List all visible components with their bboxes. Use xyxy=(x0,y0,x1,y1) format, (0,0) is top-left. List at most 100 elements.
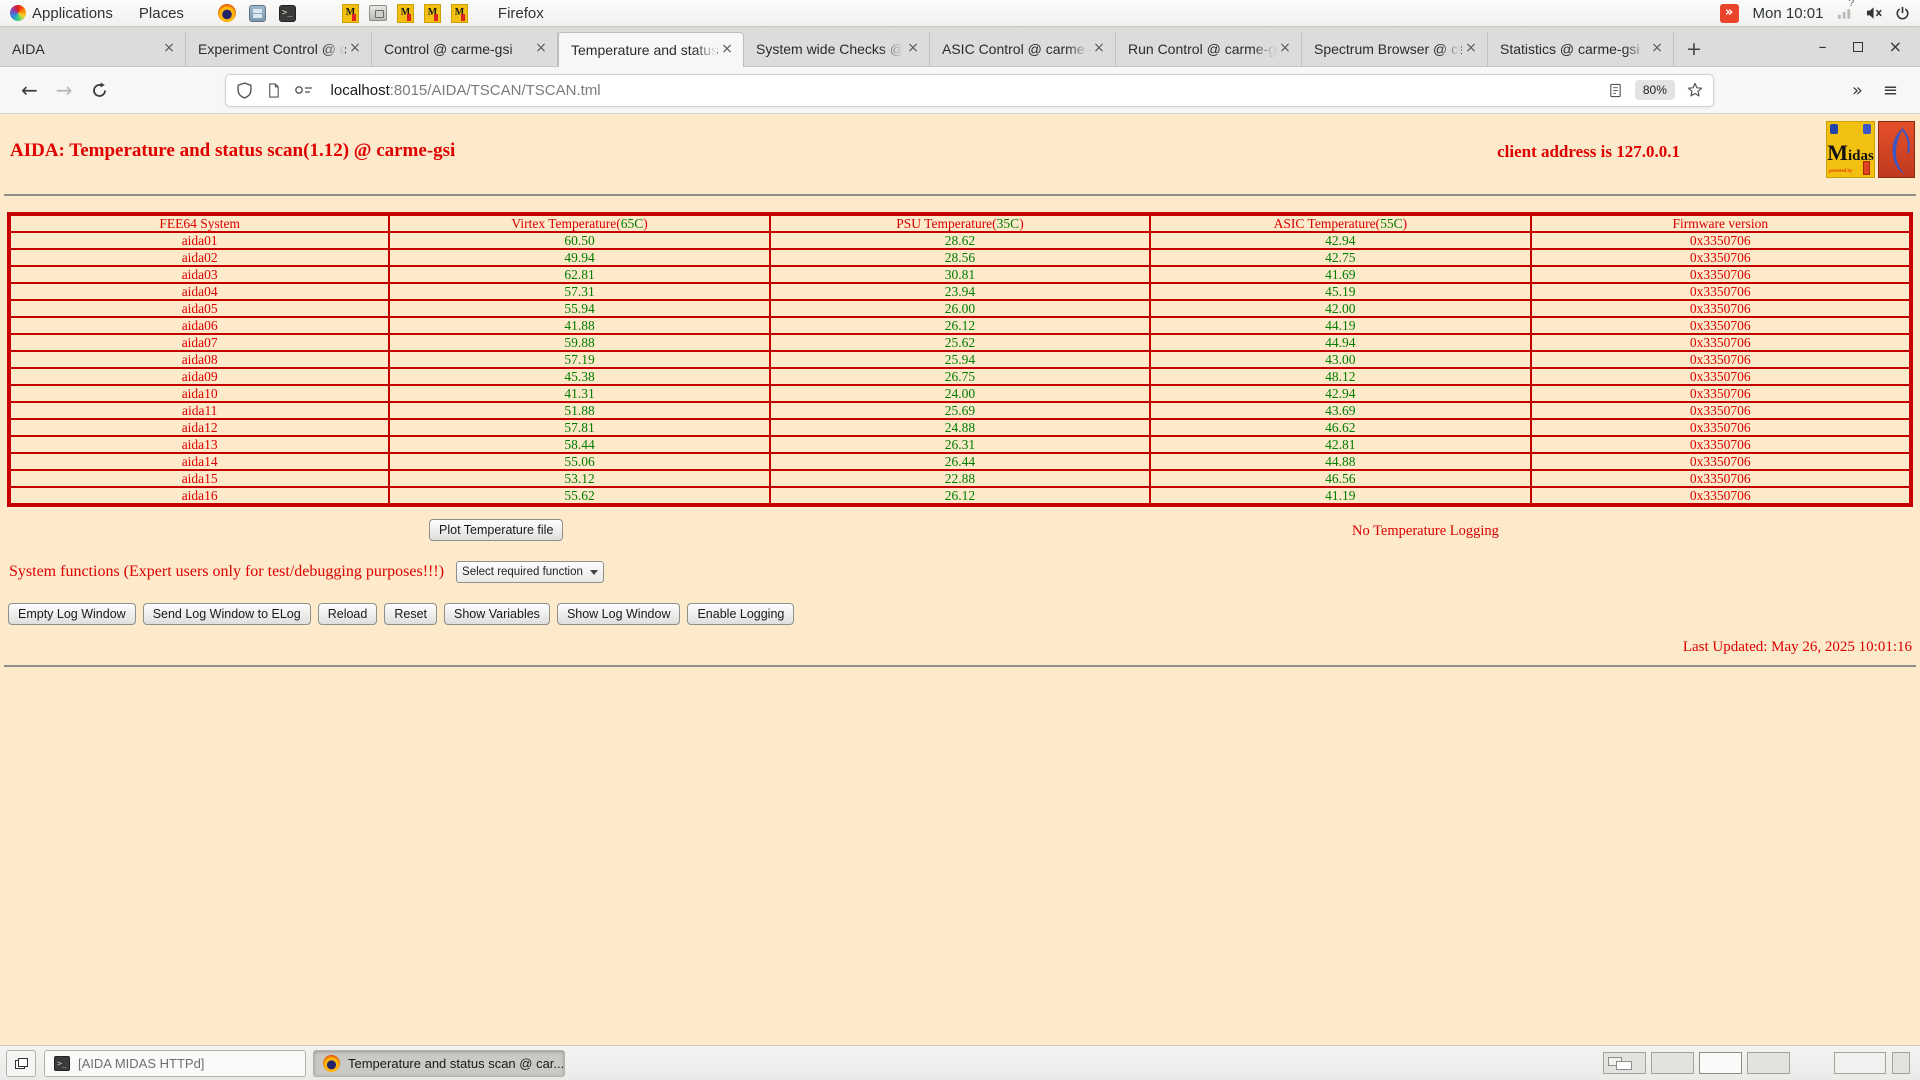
tab-close-icon[interactable]: × xyxy=(1090,40,1108,58)
page-header: AIDA: Temperature and status scan(1.12) … xyxy=(0,114,1920,194)
reader-mode-icon[interactable] xyxy=(1608,83,1623,98)
client-address: client address is 127.0.0.1 xyxy=(1497,142,1680,162)
places-menu[interactable]: Places xyxy=(133,0,190,26)
tab-close-icon[interactable]: × xyxy=(160,40,178,58)
send-log-to-elog-button[interactable]: Send Log Window to ELog xyxy=(143,603,311,625)
browser-tab[interactable]: System wide Checks @ c× xyxy=(744,32,930,66)
workspace-cell[interactable] xyxy=(1699,1052,1742,1074)
close-window-button[interactable]: × xyxy=(1889,39,1902,55)
browser-tab[interactable]: Run Control @ carme-gs× xyxy=(1116,32,1302,66)
network-status-icon[interactable]: ? xyxy=(1837,6,1854,20)
taskbar: >_[AIDA MIDAS HTTPd] Temperature and stat… xyxy=(0,1045,1920,1080)
tab-close-icon[interactable]: × xyxy=(718,41,736,59)
tray-applet[interactable] xyxy=(1892,1052,1910,1074)
reload-button-browser[interactable] xyxy=(82,80,117,101)
screenshot-launcher-icon[interactable] xyxy=(369,5,387,21)
psu-temperature: 26.44 xyxy=(770,453,1150,470)
tab-close-icon[interactable]: × xyxy=(346,40,364,58)
taskbar-tray xyxy=(1834,1052,1914,1074)
fee64-name: aida12 xyxy=(9,419,389,436)
column-header: Firmware version xyxy=(1531,214,1911,232)
browser-tab[interactable]: AIDA× xyxy=(0,32,186,66)
plot-temperature-file-button[interactable]: Plot Temperature file xyxy=(429,519,563,541)
virtex-temperature: 51.88 xyxy=(389,402,769,419)
psu-temperature: 24.00 xyxy=(770,385,1150,402)
midas-launcher-icon[interactable]: M xyxy=(342,4,359,23)
tab-label-fade xyxy=(1067,32,1089,66)
browser-tab[interactable]: ASIC Control @ carme-g× xyxy=(930,32,1116,66)
tab-close-icon[interactable]: × xyxy=(1462,40,1480,58)
indicator-applet-icon[interactable]: » xyxy=(1720,4,1739,23)
file-manager-launcher-icon[interactable] xyxy=(249,5,266,22)
psu-temperature: 22.88 xyxy=(770,470,1150,487)
browser-tab[interactable]: Spectrum Browser @ ca× xyxy=(1302,32,1488,66)
browser-tab[interactable]: Statistics @ carme-gsi× xyxy=(1488,32,1674,66)
midas-launcher-icon[interactable]: M xyxy=(424,4,441,23)
taskbar-task-button[interactable]: Temperature and status scan @ car... xyxy=(313,1050,565,1077)
permissions-icon[interactable] xyxy=(294,84,314,96)
show-variables-button[interactable]: Show Variables xyxy=(444,603,550,625)
temperature-table: FEE64 SystemVirtex Temperature(65C)PSU T… xyxy=(7,212,1913,507)
virtex-temperature: 55.06 xyxy=(389,453,769,470)
reload-button[interactable]: Reload xyxy=(318,603,378,625)
plot-row: Plot Temperature file No Temperature Log… xyxy=(0,507,1920,553)
forward-button[interactable]: → xyxy=(47,76,82,104)
workspace-cell[interactable] xyxy=(1603,1052,1646,1074)
new-tab-button[interactable]: + xyxy=(1680,35,1708,63)
function-select-dropdown[interactable]: Select required function xyxy=(456,561,604,583)
table-row: aida1041.3124.0042.940x3350706 xyxy=(9,385,1911,402)
firmware-version: 0x3350706 xyxy=(1531,283,1911,300)
show-desktop-button[interactable] xyxy=(6,1050,36,1077)
browser-tab[interactable]: Temperature and status× xyxy=(558,32,744,67)
applications-menu[interactable]: Applications xyxy=(26,0,119,26)
show-log-window-button[interactable]: Show Log Window xyxy=(557,603,681,625)
last-updated-text: Last Updated: May 26, 2025 10:01:16 xyxy=(0,639,1920,656)
url-bar[interactable]: localhost:8015/AIDA/TSCAN/TSCAN.tml 80% xyxy=(225,74,1714,107)
zoom-level-badge[interactable]: 80% xyxy=(1635,80,1675,100)
tcl-logo xyxy=(1878,121,1915,178)
terminal-launcher-icon[interactable]: >_ xyxy=(279,5,296,22)
back-button[interactable]: ← xyxy=(12,76,47,104)
reset-button[interactable]: Reset xyxy=(384,603,437,625)
browser-tab[interactable]: Control @ carme-gsi× xyxy=(372,32,558,66)
window-controls: – × xyxy=(1819,27,1920,66)
workspace-cell[interactable] xyxy=(1651,1052,1694,1074)
shield-icon[interactable] xyxy=(236,82,253,99)
power-icon[interactable] xyxy=(1895,6,1910,21)
psu-temperature: 25.62 xyxy=(770,334,1150,351)
header-label: FEE64 System xyxy=(159,216,240,231)
volume-muted-icon[interactable] xyxy=(1866,6,1883,20)
enable-logging-button[interactable]: Enable Logging xyxy=(687,603,794,625)
psu-temperature: 30.81 xyxy=(770,266,1150,283)
maximize-button[interactable] xyxy=(1853,42,1863,52)
site-info-icon[interactable] xyxy=(266,83,281,98)
midas-launcher-icon[interactable]: M xyxy=(397,4,414,23)
midas-launcher-icon[interactable]: M xyxy=(451,4,468,23)
tab-close-icon[interactable]: × xyxy=(904,40,922,58)
fee64-name: aida16 xyxy=(9,487,389,505)
psu-temperature: 28.56 xyxy=(770,249,1150,266)
workspace-cell[interactable] xyxy=(1747,1052,1790,1074)
tab-close-icon[interactable]: × xyxy=(1276,40,1294,58)
browser-tab[interactable]: Experiment Control @ ca× xyxy=(186,32,372,66)
taskbar-task-button[interactable]: >_[AIDA MIDAS HTTPd] xyxy=(44,1050,306,1077)
url-text[interactable]: localhost:8015/AIDA/TSCAN/TSCAN.tml xyxy=(331,82,601,99)
hamburger-menu-icon[interactable]: ≡ xyxy=(1873,78,1908,103)
system-functions-row: System functions (Expert users only for … xyxy=(9,559,1920,585)
tab-close-icon[interactable]: × xyxy=(1648,40,1666,58)
empty-log-window-button[interactable]: Empty Log Window xyxy=(8,603,136,625)
firefox-launcher-icon[interactable] xyxy=(218,4,236,22)
bookmark-star-icon[interactable] xyxy=(1687,82,1703,98)
asic-temperature: 41.69 xyxy=(1150,266,1530,283)
psu-temperature: 23.94 xyxy=(770,283,1150,300)
fee64-name: aida04 xyxy=(9,283,389,300)
minimize-button[interactable]: – xyxy=(1819,39,1827,55)
midas-logo-shield-icon xyxy=(1830,124,1838,134)
panel-clock[interactable]: Mon 10:01 xyxy=(1753,5,1824,22)
tray-applet[interactable] xyxy=(1834,1052,1886,1074)
psu-temperature: 25.69 xyxy=(770,402,1150,419)
tab-close-icon[interactable]: × xyxy=(532,40,550,58)
current-app-name[interactable]: Firefox xyxy=(492,0,550,26)
asic-temperature: 45.19 xyxy=(1150,283,1530,300)
overflow-menu-icon[interactable]: » xyxy=(1842,78,1873,103)
